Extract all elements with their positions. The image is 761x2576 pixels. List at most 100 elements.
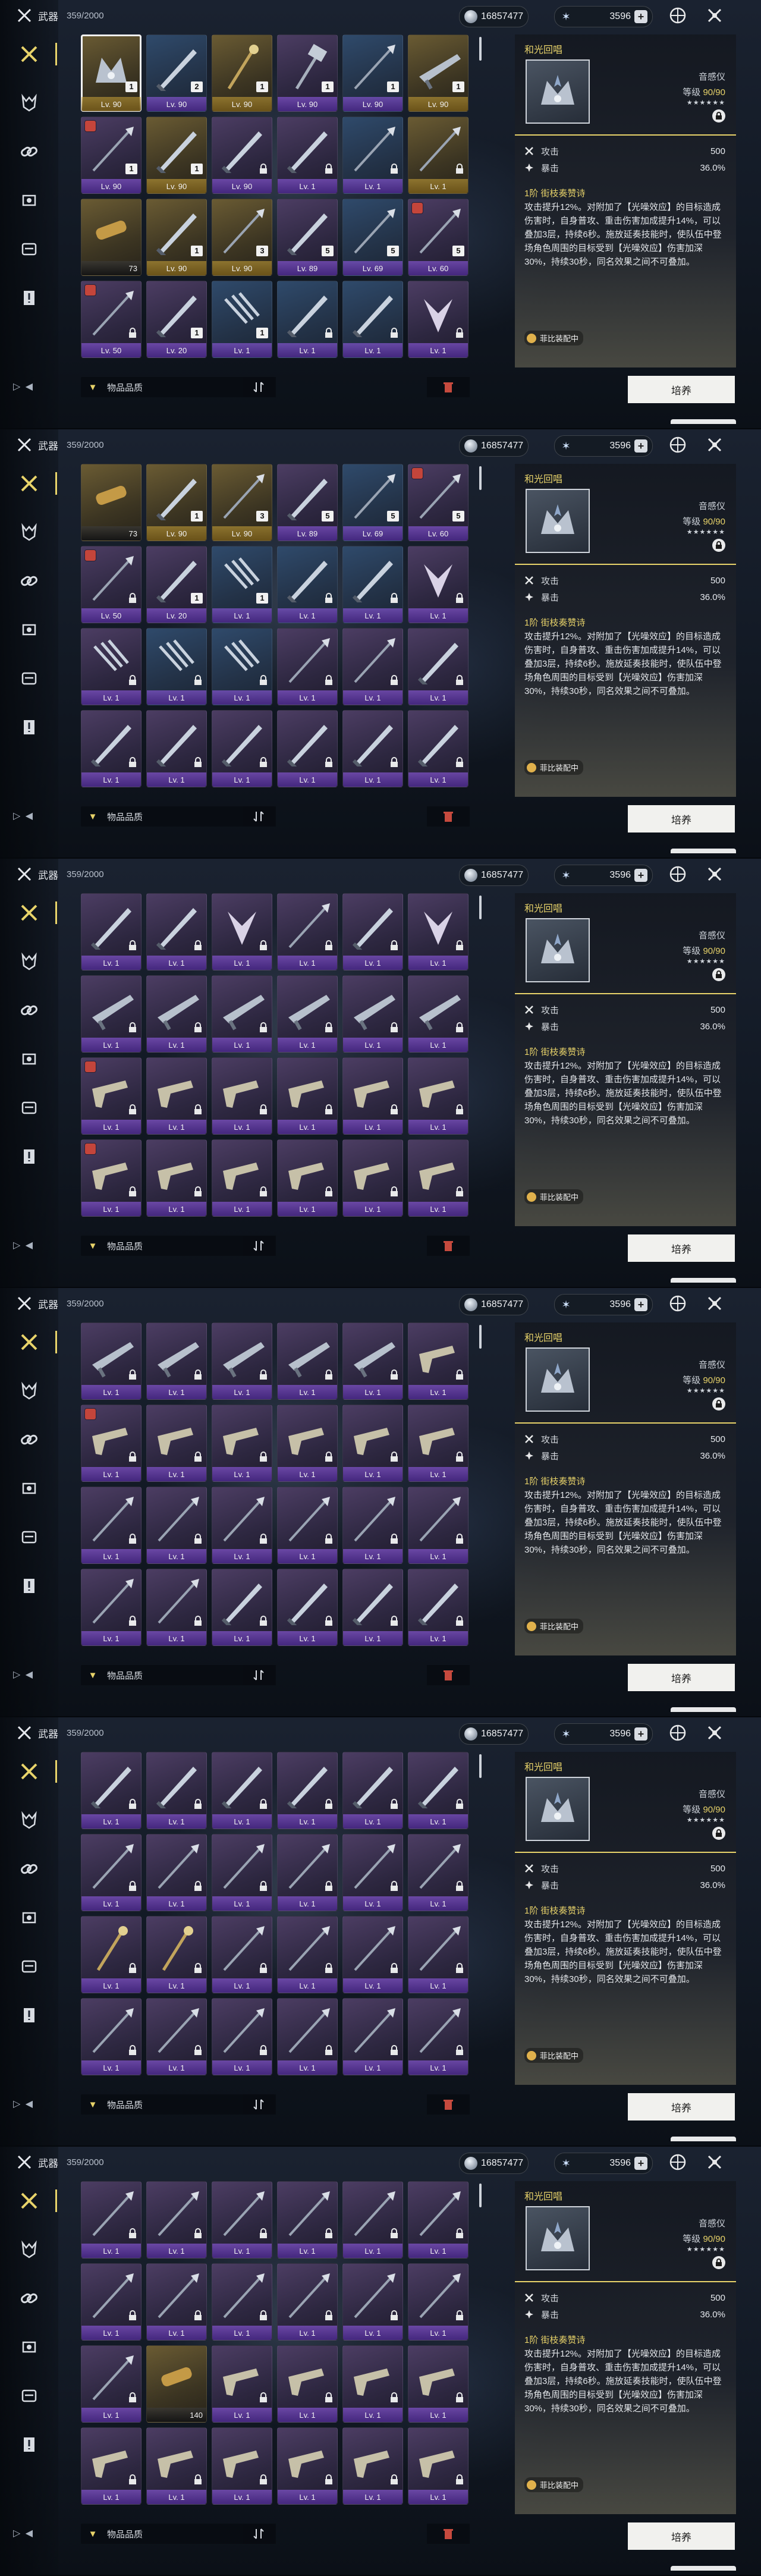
weapon-slot[interactable]: 1 Lv. 90 bbox=[342, 34, 403, 112]
weapon-slot[interactable]: Lv. 1 bbox=[81, 2181, 141, 2258]
weapon-slot[interactable]: Lv. 1 bbox=[342, 281, 403, 358]
weapon-slot[interactable]: Lv. 1 bbox=[408, 710, 468, 787]
nav-upgrade-materials[interactable] bbox=[14, 137, 44, 167]
weapon-slot[interactable]: Lv. 1 bbox=[342, 2263, 403, 2341]
weapon-slot[interactable]: 1 Lv. 90 bbox=[277, 34, 338, 112]
upgrade-button[interactable]: 培养 bbox=[628, 2522, 735, 2550]
weapon-slot[interactable]: Lv. 1 bbox=[342, 2427, 403, 2505]
weapon-slot[interactable]: Lv. 1 bbox=[81, 1322, 141, 1400]
nav-weapons[interactable] bbox=[14, 1757, 57, 1786]
weapon-slot[interactable]: 5 Lv. 89 bbox=[277, 199, 338, 276]
weapon-slot[interactable]: 1 Lv. 90 bbox=[146, 464, 207, 541]
weapon-slot[interactable]: 140 bbox=[146, 2345, 207, 2423]
close-button[interactable] bbox=[704, 1722, 725, 1743]
weapon-slot[interactable]: Lv. 1 bbox=[342, 1834, 403, 1911]
weapon-slot[interactable]: 5 Lv. 60 bbox=[408, 199, 468, 276]
nav-resources[interactable] bbox=[14, 1093, 44, 1123]
weapon-slot[interactable]: Lv. 1 bbox=[342, 1322, 403, 1400]
weapon-slot[interactable]: Lv. 1 bbox=[81, 1752, 141, 1829]
weapon-slot[interactable]: Lv. 1 bbox=[277, 281, 338, 358]
nav-quest-items[interactable] bbox=[14, 2430, 44, 2459]
sort-order-button[interactable] bbox=[243, 377, 276, 397]
weapon-slot[interactable]: Lv. 1 bbox=[212, 2181, 272, 2258]
nav-quest-items[interactable] bbox=[14, 2000, 44, 2030]
weapon-slot[interactable]: Lv. 1 bbox=[81, 1057, 141, 1135]
weapon-slot[interactable]: Lv. 1 bbox=[212, 1998, 272, 2075]
weapon-slot[interactable]: Lv. 1 bbox=[342, 1916, 403, 1993]
weapon-slot[interactable]: Lv. 1 bbox=[212, 975, 272, 1053]
weapon-slot[interactable]: Lv. 1 bbox=[146, 893, 207, 970]
upgrade-button[interactable]: 培养 bbox=[628, 2093, 735, 2121]
weapon-slot[interactable]: Lv. 1 bbox=[408, 1487, 468, 1564]
weapon-slot[interactable]: Lv. 1 bbox=[408, 281, 468, 358]
weapon-slot[interactable]: Lv. 1 bbox=[212, 1916, 272, 1993]
nav-devices[interactable] bbox=[14, 615, 44, 645]
weapon-slot[interactable]: Lv. 1 bbox=[277, 1916, 338, 1993]
weapon-slot[interactable]: Lv. 1 bbox=[342, 893, 403, 970]
nav-page-arrows[interactable]: ▷ ◀ bbox=[13, 810, 43, 821]
weapon-slot[interactable]: Lv. 1 bbox=[277, 1998, 338, 2075]
equipped-by-badge[interactable]: 菲比装配中 bbox=[524, 2477, 584, 2492]
weapon-slot[interactable]: Lv. 1 bbox=[146, 1322, 207, 1400]
weapon-slot[interactable]: Lv. 1 bbox=[277, 1487, 338, 1564]
weapon-slot[interactable]: Lv. 1 bbox=[408, 628, 468, 705]
sort-order-button[interactable] bbox=[243, 1665, 276, 1685]
filter-button[interactable] bbox=[667, 863, 688, 885]
weapon-slot[interactable]: Lv. 1 bbox=[212, 1405, 272, 1482]
weapon-slot[interactable]: Lv. 1 bbox=[342, 1569, 403, 1646]
weapon-slot[interactable]: Lv. 1 bbox=[408, 2181, 468, 2258]
weapon-slot[interactable]: Lv. 1 bbox=[277, 975, 338, 1053]
sort-order-button[interactable] bbox=[243, 2524, 276, 2544]
weapon-slot[interactable]: Lv. 1 bbox=[408, 1916, 468, 1993]
nav-upgrade-materials[interactable] bbox=[14, 566, 44, 596]
weapon-slot[interactable]: 5 Lv. 89 bbox=[277, 464, 338, 541]
dismantle-button[interactable] bbox=[427, 806, 470, 827]
weapon-slot[interactable]: Lv. 1 bbox=[212, 1139, 272, 1217]
add-currency-button[interactable]: + bbox=[634, 10, 647, 23]
weapon-slot[interactable]: Lv. 1 bbox=[342, 1487, 403, 1564]
weapon-slot[interactable]: Lv. 1 bbox=[146, 2263, 207, 2341]
weapon-slot[interactable]: Lv. 1 bbox=[277, 546, 338, 623]
weapon-slot[interactable]: Lv. 1 bbox=[408, 1057, 468, 1135]
weapon-slot[interactable]: Lv. 50 bbox=[81, 281, 141, 358]
weapon-slot[interactable]: Lv. 1 bbox=[146, 628, 207, 705]
dismantle-button[interactable] bbox=[427, 2524, 470, 2544]
weapon-slot[interactable]: 5 Lv. 69 bbox=[342, 464, 403, 541]
weapon-slot[interactable]: Lv. 1 bbox=[146, 975, 207, 1053]
dismantle-button[interactable] bbox=[427, 1665, 470, 1685]
weapon-slot[interactable]: Lv. 1 bbox=[146, 1057, 207, 1135]
nav-upgrade-materials[interactable] bbox=[14, 1854, 44, 1884]
equipped-by-badge[interactable]: 菲比装配中 bbox=[524, 760, 584, 775]
weapon-slot[interactable]: Lv. 1 bbox=[81, 1998, 141, 2075]
filter-button[interactable] bbox=[667, 434, 688, 455]
weapon-slot[interactable]: Lv. 1 bbox=[146, 2181, 207, 2258]
lock-toggle[interactable] bbox=[712, 539, 725, 552]
weapon-slot[interactable]: 1 Lv. 90 bbox=[212, 34, 272, 112]
grid-scrollbar[interactable] bbox=[479, 37, 482, 61]
weapon-slot[interactable]: Lv. 1 bbox=[81, 2345, 141, 2423]
nav-resources[interactable] bbox=[14, 664, 44, 693]
add-currency-button[interactable]: + bbox=[634, 439, 647, 453]
weapon-slot[interactable]: Lv. 1 bbox=[277, 2345, 338, 2423]
weapon-slot[interactable]: 1 Lv. 90 bbox=[408, 34, 468, 112]
weapon-slot[interactable]: Lv. 1 bbox=[212, 1569, 272, 1646]
sort-order-button[interactable] bbox=[243, 1236, 276, 1256]
weapon-slot[interactable]: Lv. 1 bbox=[146, 710, 207, 787]
weapon-slot[interactable]: Lv. 1 bbox=[277, 710, 338, 787]
weapon-slot[interactable]: Lv. 1 bbox=[277, 628, 338, 705]
nav-echoes[interactable] bbox=[14, 88, 44, 118]
grid-scrollbar[interactable] bbox=[479, 1325, 482, 1349]
weapon-slot[interactable]: Lv. 1 bbox=[146, 1916, 207, 1993]
nav-upgrade-materials[interactable] bbox=[14, 1425, 44, 1455]
weapon-slot[interactable]: 1 Lv. 1 bbox=[212, 281, 272, 358]
weapon-slot[interactable]: Lv. 1 bbox=[146, 1834, 207, 1911]
weapon-slot[interactable]: Lv. 1 bbox=[342, 1405, 403, 1482]
weapon-slot[interactable]: 73 bbox=[81, 464, 141, 541]
weapon-slot[interactable]: Lv. 1 bbox=[408, 975, 468, 1053]
weapon-slot[interactable]: Lv. 1 bbox=[146, 1487, 207, 1564]
equipped-by-badge[interactable]: 菲比装配中 bbox=[524, 1619, 584, 1633]
nav-devices[interactable] bbox=[14, 2332, 44, 2362]
weapon-slot[interactable]: Lv. 1 bbox=[146, 1405, 207, 1482]
nav-page-arrows[interactable]: ▷ ◀ bbox=[13, 1669, 43, 1680]
filter-button[interactable] bbox=[667, 2151, 688, 2173]
